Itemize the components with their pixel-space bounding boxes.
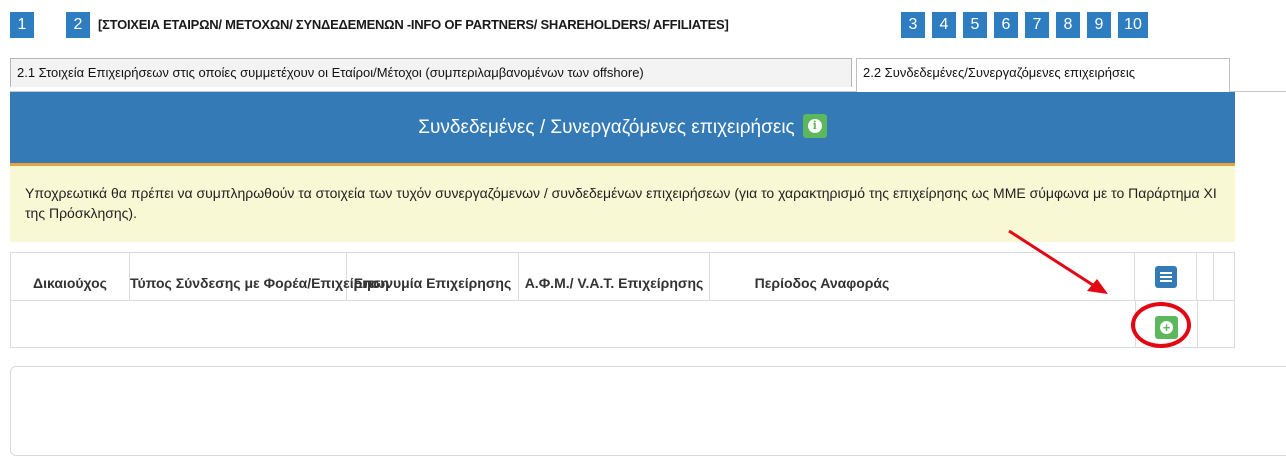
column-header-beneficiary: Δικαιούχος [11,253,130,300]
list-icon[interactable] [1155,266,1177,288]
info-icon: i [807,119,822,133]
column-header-spacer [1197,253,1214,300]
panel-title-row: Συνδεδεμένες / Συνεργαζόμενες επιχειρήσε… [10,114,1235,140]
reference-period-label: Περίοδος Αναφοράς [754,275,890,291]
notice-text: Υποχρεωτικά θα πρέπει να συμπληρωθούν τα… [10,166,1235,242]
step-tab-9[interactable]: 9 [1087,12,1111,38]
table-header: Δικαιούχος Τύπος Σύνδεσης με Φορέα/Επιχε… [11,253,1234,301]
step-tabs: 1 2 [ΣΤΟΙΧΕΙΑ ΕΤΑΙΡΩΝ/ ΜΕΤΟΧΩΝ/ ΣΥΝΔΕΔΕΜ… [0,0,1286,38]
step-tab-5[interactable]: 5 [963,12,987,38]
column-header-vat: Α.Φ.Μ./ V.A.T. Επιχείρησης [519,253,710,300]
column-header-reference-period: Περίοδος Αναφοράς [710,253,1135,300]
step-tab-10[interactable]: 10 [1118,12,1148,38]
step-tab-8[interactable]: 8 [1056,12,1080,38]
active-step-title: [ΣΤΟΙΧΕΙΑ ΕΤΑΙΡΩΝ/ ΜΕΤΟΧΩΝ/ ΣΥΝΔΕΔΕΜΕΝΩΝ… [98,17,729,32]
step-tab-4[interactable]: 4 [932,12,956,38]
tab-affiliated-companies[interactable]: 2.2 Συνδεδεμένες/Συνεργαζόμενες επιχειρή… [856,58,1230,92]
info-button[interactable]: i [802,114,827,138]
column-header-company-name: Επωνυμία Επιχείρησης [347,253,519,300]
step-tab-3[interactable]: 3 [901,12,925,38]
step-tab-1[interactable]: 1 [10,12,34,38]
step-tab-7[interactable]: 7 [1025,12,1049,38]
annotation-circle [1131,302,1191,348]
panel-header: Συνδεδεμένες / Συνεργαζόμενες επιχειρήσε… [10,92,1235,166]
step-tab-2[interactable]: 2 [66,12,90,38]
sub-tabs: 2.1 Στοιχεία Επιχειρήσεων στις οποίες συ… [10,58,1286,92]
panel-title: Συνδεδεμένες / Συνεργαζόμενες επιχειρήσε… [418,117,795,139]
step-tab-6[interactable]: 6 [994,12,1018,38]
column-header-link-type: Τύπος Σύνδεσης με Φορέα/Επιχείρηση [130,253,389,300]
affiliates-table: Δικαιούχος Τύπος Σύνδεσης με Φορέα/Επιχε… [10,252,1235,348]
tab-companies-partners[interactable]: 2.1 Στοιχεία Επιχειρήσεων στις οποίες συ… [10,58,852,87]
